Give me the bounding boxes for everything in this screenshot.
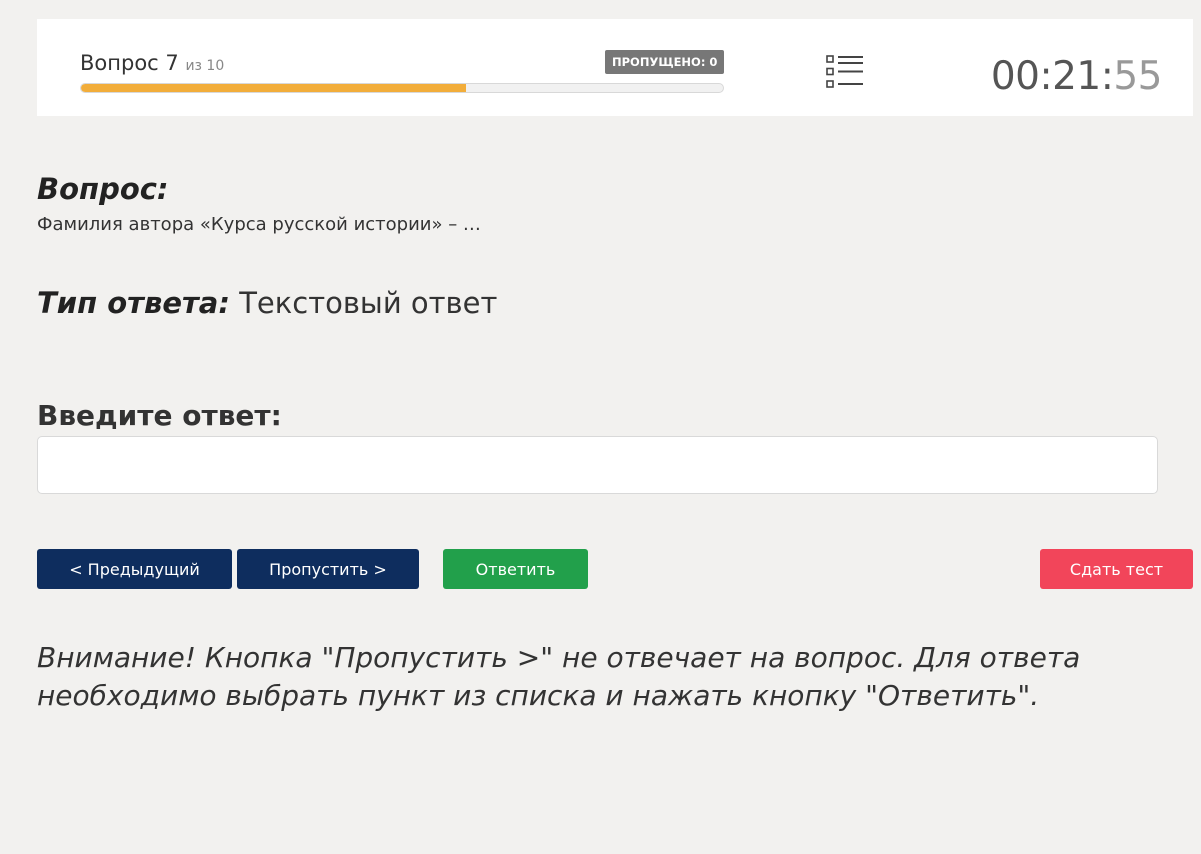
quiz-header: Вопрос 7 из 10 ПРОПУЩЕНО: 0 00:21:55	[37, 19, 1193, 116]
notice-text: Внимание! Кнопка "Пропустить >" не отвеч…	[37, 641, 1081, 712]
submit-test-button[interactable]: Сдать тест	[1040, 549, 1193, 589]
answer-button[interactable]: Ответить	[443, 549, 588, 589]
answer-type: Тип ответа: Текстовый ответ	[37, 286, 497, 320]
skipped-badge: ПРОПУЩЕНО: 0	[605, 50, 725, 74]
timer-main: 00:21:	[990, 54, 1114, 99]
answer-label: Введите ответ:	[37, 399, 282, 432]
answer-type-value: Текстовый ответ	[239, 286, 498, 320]
question-number: Вопрос 7	[80, 51, 179, 75]
progress-bar	[80, 83, 724, 93]
timer-seconds: 55	[1113, 54, 1162, 99]
question-text: Фамилия автора «Курса русской истории» –…	[37, 214, 481, 235]
question-list-icon[interactable]	[825, 54, 865, 90]
progress-fill	[81, 84, 467, 92]
answer-input[interactable]	[37, 436, 1158, 494]
question-counter: Вопрос 7 из 10	[80, 51, 224, 75]
question-heading: Вопрос:	[37, 172, 169, 206]
previous-button[interactable]: < Предыдущий	[37, 549, 232, 589]
timer: 00:21:55	[990, 54, 1163, 99]
question-total: из 10	[185, 58, 225, 74]
answer-type-label: Тип ответа:	[37, 286, 230, 320]
skip-button[interactable]: Пропустить >	[237, 549, 419, 589]
